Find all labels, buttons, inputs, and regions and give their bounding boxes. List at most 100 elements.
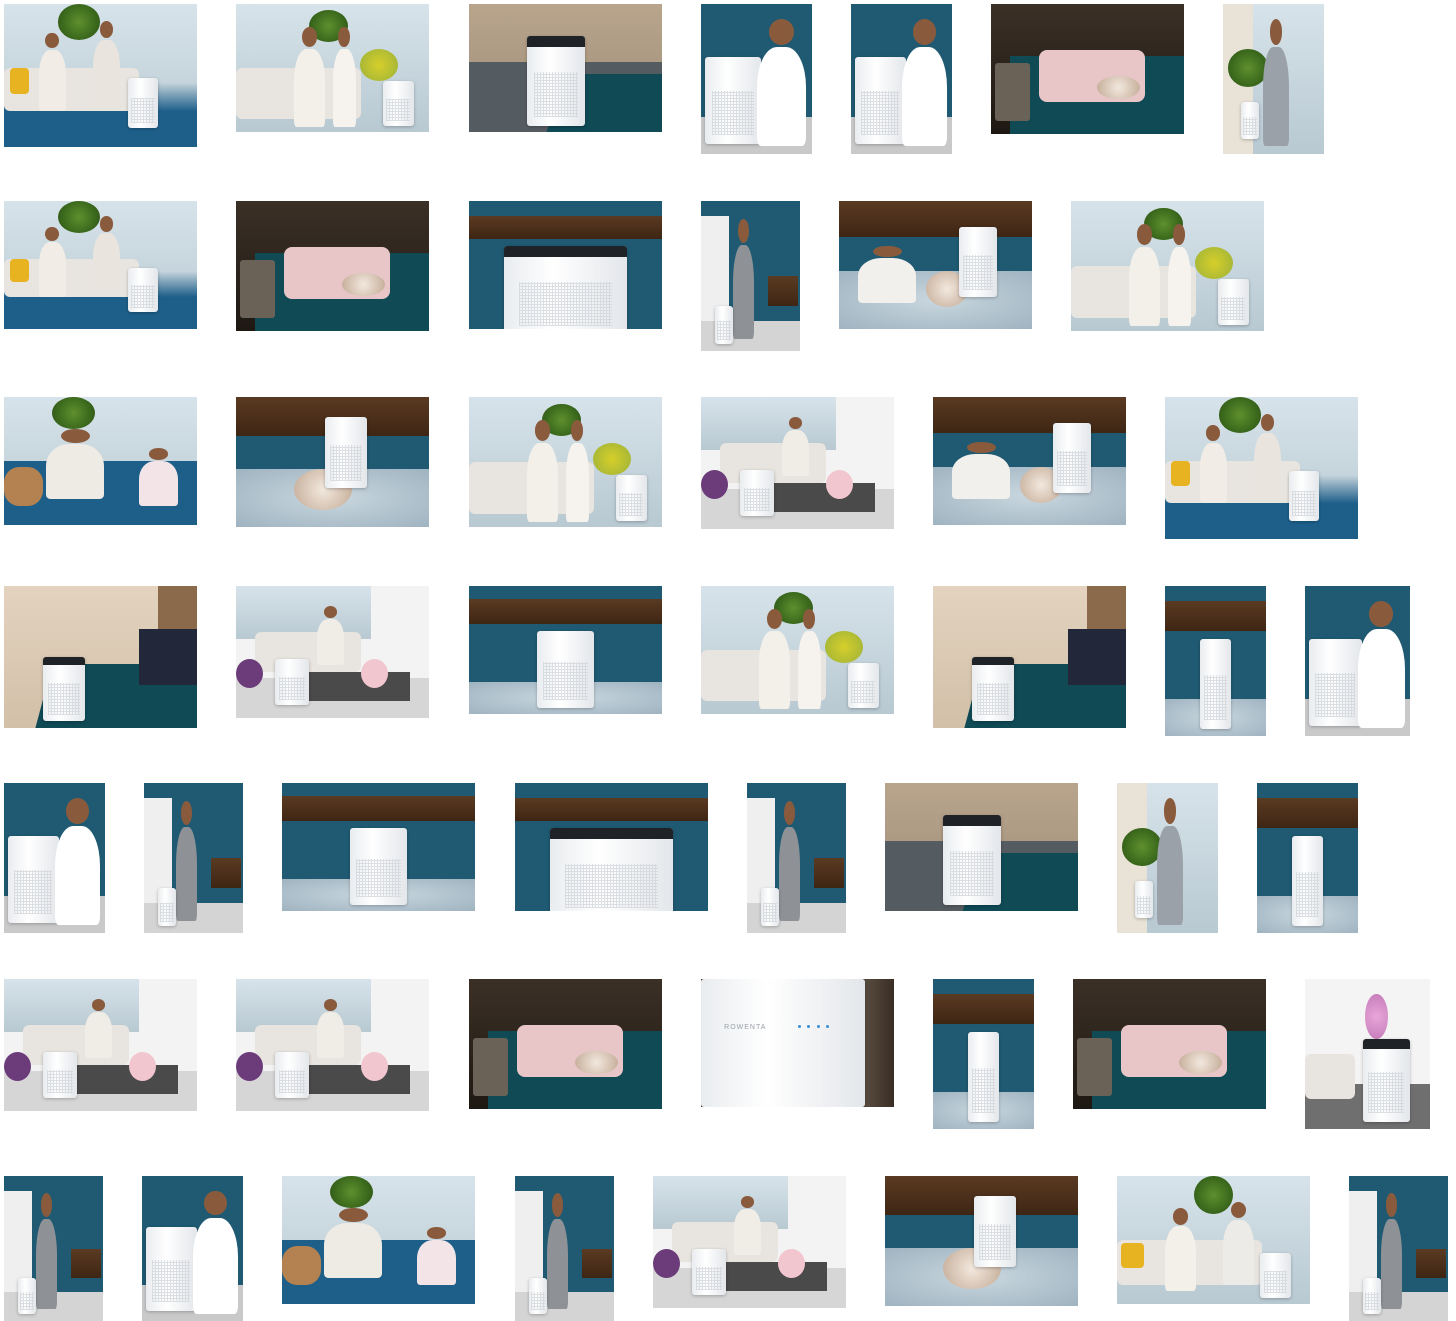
shelf [1165,601,1266,631]
woman-body [1128,246,1160,326]
gallery-thumbnail-man-door-teal-4[interactable] [4,1176,103,1321]
gallery-thumbnail-white-room-orchid[interactable] [1305,979,1430,1129]
desk [768,276,798,306]
purifier-grill [530,1292,545,1311]
gallery-thumbnail-purifier-rug-teal-2[interactable] [282,783,475,911]
gallery-thumbnail-bright-living-baby[interactable] [701,397,894,529]
man-body [1223,1219,1255,1285]
plant-icon [1194,1176,1233,1215]
gallery-thumbnail-purifier-top-closeup-teal[interactable] [469,201,662,329]
purifier-grill [971,1067,996,1113]
purifier-grill [1137,895,1152,915]
gallery-thumbnail-man-door-teal-3[interactable] [747,783,846,933]
gallery-thumbnail-mother-daughter-flowers-2[interactable] [701,586,894,714]
gallery-thumbnail-cat-rug-purifier-2[interactable] [885,1176,1078,1306]
woman-head [766,609,783,629]
purifier-dark [994,62,1030,121]
gallery-thumbnail-bright-living-baby-3[interactable] [4,979,197,1111]
desk [582,1248,612,1278]
woman-head [1206,425,1220,441]
gallery-thumbnail-father-child-rug-blocks-2[interactable] [282,1176,475,1304]
purifier-grill [949,850,994,896]
girl-head [571,420,583,441]
purifier-grill [131,98,155,124]
air-purifier [127,267,159,313]
woman-body [1165,1226,1197,1292]
gallery-thumbnail-purifier-panel-closeup[interactable]: ROWENTA [701,979,894,1107]
man-body [1263,47,1289,147]
purifier-grill [47,682,80,715]
air-purifier [1362,1039,1410,1122]
woman-body [734,1208,762,1256]
woman-head [534,420,551,441]
gallery-thumbnail-cat-rug-purifier[interactable] [236,397,429,527]
gallery-thumbnail-woman-filter-purifier[interactable] [851,4,952,154]
woman-body [85,1011,113,1059]
woman-head [91,998,106,1011]
gallery-thumbnail-living-room-family-2[interactable] [4,201,197,329]
woman-head [912,19,936,45]
gallery-thumbnail-girl-cat-rug-2[interactable] [933,397,1126,525]
gallery-thumbnail-girl-cat-rug[interactable] [839,201,1032,329]
gallery-thumbnail-teal-shelves-purifier-2[interactable] [933,979,1034,1129]
window [701,397,837,450]
plant-icon [1228,49,1269,87]
gallery-thumbnail-mother-daughter-sofa-2[interactable] [469,397,662,527]
gallery-thumbnail-sofa-mother-daughter-flowers[interactable] [236,4,429,132]
gallery-thumbnail-mother-daughter-sofa[interactable] [1071,201,1264,331]
gallery-thumbnail-bedroom-lamp-purifier-2[interactable] [933,586,1126,728]
sideboard [839,201,1032,237]
gallery-thumbnail-man-window-standing[interactable] [1223,4,1324,154]
purifier-grill [1364,1292,1379,1311]
gallery-thumbnail-purifier-top-closeup-teal-2[interactable] [515,783,708,911]
purifier-grill [152,1260,191,1303]
gallery-thumbnail-bedroom-cat-sleeping-4[interactable] [1073,979,1266,1109]
gallery-thumbnail-bedroom-cat-sleeping[interactable] [991,4,1184,134]
gallery-thumbnail-purifier-bedroom-closeup[interactable] [469,4,662,132]
woman-body [758,631,790,709]
gallery-thumbnail-purifier-teal-shelves-2[interactable] [1257,783,1358,933]
gallery-thumbnail-bedroom-cat-sleeping-2[interactable] [236,201,429,331]
gallery-thumbnail-woman-filter-side[interactable] [4,783,105,933]
product-logo: ROWENTA [724,1023,767,1031]
air-purifier [42,1051,78,1098]
baby [778,1248,806,1278]
air-purifier [157,888,176,926]
gallery-thumbnail-purifier-rug-teal[interactable] [469,586,662,714]
purifier-grill [619,493,643,516]
girl-head [338,27,350,47]
gallery-thumbnail-couple-sofa-yellow[interactable] [1117,1176,1310,1304]
child-body [139,460,178,506]
gallery-thumbnail-woman-opening-purifier[interactable] [701,4,812,154]
air-purifier [1052,422,1092,493]
gallery-thumbnail-bright-living-baby-2[interactable] [236,586,429,718]
gallery-thumbnail-bedroom-cat-sleeping-3[interactable] [469,979,662,1109]
purifier-dark [239,259,275,318]
gallery-thumbnail-bedroom-lamp-purifier[interactable] [4,586,197,728]
gallery-thumbnail-man-window-standing-2[interactable] [1117,783,1218,933]
gallery-thumbnail-father-child-rug-blocks[interactable] [4,397,197,525]
purple-pouf [4,1051,32,1081]
gallery-thumbnail-teal-shelves-purifier[interactable] [1165,586,1266,736]
purifier-grill [743,488,771,512]
cat [342,272,385,296]
gallery-thumbnail-man-door-teal-2[interactable] [144,783,243,933]
gallery-thumbnail-bright-living-baby-5[interactable] [653,1176,846,1308]
purple-pouf [236,1051,264,1081]
gallery-thumbnail-bright-living-baby-4[interactable] [236,979,429,1111]
gallery-thumbnail-living-room-family[interactable] [4,4,197,147]
man-head [738,219,749,243]
gallery-thumbnail-man-door-teal-6[interactable] [1349,1176,1448,1321]
gallery-thumbnail-living-room-family-3[interactable] [1165,397,1358,539]
air-purifier [739,469,775,516]
window [236,586,372,639]
shelf [933,994,1034,1024]
gallery-thumbnail-man-door-teal[interactable] [701,201,800,351]
purifier-grill [518,281,613,327]
gallery-thumbnail-purifier-bedroom-closeup-2[interactable] [885,783,1078,911]
purifier-grill [695,1267,723,1291]
plant-icon [330,1176,373,1208]
gallery-thumbnail-man-door-teal-5[interactable] [515,1176,614,1321]
gallery-thumbnail-woman-hands-purifier[interactable] [1305,586,1410,736]
gallery-thumbnail-woman-filter-dark[interactable] [142,1176,243,1321]
